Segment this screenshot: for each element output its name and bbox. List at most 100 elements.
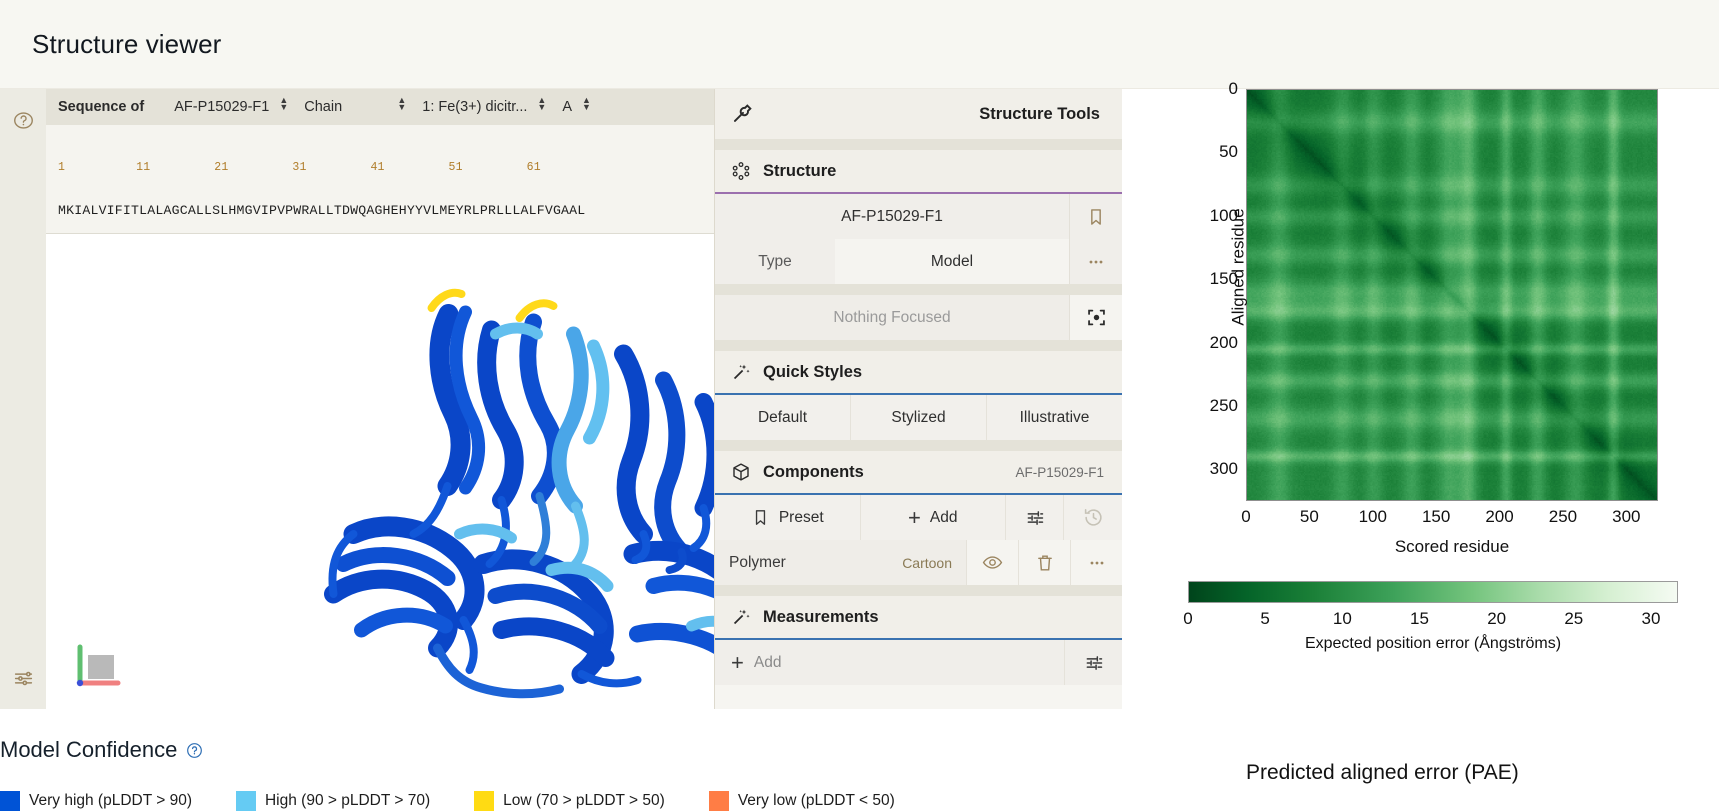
preset-button-label: Preset — [778, 508, 824, 526]
legend-label: High (90 > pLDDT > 70) — [264, 792, 431, 809]
structure-type-row: Type Model — [715, 239, 1122, 284]
legend-swatch — [474, 791, 495, 811]
pae-colorbar-tick: 15 — [1410, 609, 1429, 628]
quick-styles-buttons: Default Stylized Illustrative — [715, 395, 1122, 440]
model-confidence-title: Model Confidence — [0, 737, 178, 762]
chain-select[interactable]: A ▲ ▼ — [554, 92, 599, 122]
structure-tools-header: Structure Tools — [715, 89, 1122, 139]
page-title: Structure viewer — [32, 28, 222, 59]
components-actions: Preset + Add — [715, 495, 1122, 540]
chain-type-select[interactable]: Chain ▲ ▼ — [296, 92, 414, 122]
legend-item: Low (70 > pLDDT > 50) — [474, 791, 665, 811]
molstar-viewer: Sequence of AF-P15029-F1 ▲ ▼ Chain ▲ ▼ 1: … — [0, 89, 1122, 709]
quick-style-illustrative-button[interactable]: Illustrative — [987, 395, 1122, 440]
help-circle-icon[interactable] — [8, 105, 38, 135]
add-measurement-label: Add — [753, 653, 782, 671]
section-components[interactable]: Components AF-P15029-F1 — [715, 451, 1122, 495]
structure-type-value[interactable]: Model — [835, 239, 1069, 284]
pae-caption: Predicted aligned error (PAE) — [1246, 761, 1519, 784]
section-structure-title: Structure — [763, 161, 837, 180]
section-measurements-title: Measurements — [763, 607, 879, 626]
pae-x-tick: 100 — [1358, 507, 1387, 526]
add-component-label: Add — [929, 508, 958, 526]
history-icon[interactable] — [1064, 495, 1122, 540]
polymer-representation[interactable]: Cartoon — [902, 540, 966, 585]
section-quick-styles[interactable]: Quick Styles — [715, 351, 1122, 395]
entity-select[interactable]: 1: Fe(3+) dicitr... ▲ ▼ — [414, 92, 554, 122]
eye-icon[interactable] — [966, 540, 1018, 585]
panel-gap — [715, 284, 1122, 295]
entry-select[interactable]: AF-P15029-F1 ▲ ▼ — [166, 92, 296, 122]
help-circle-icon[interactable] — [186, 742, 203, 759]
pae-y-tick: 50 — [1219, 142, 1238, 162]
pae-colorbar-tick: 5 — [1260, 609, 1270, 628]
section-quick-styles-title: Quick Styles — [763, 362, 863, 381]
cube-icon — [731, 462, 751, 482]
ellipsis-icon[interactable] — [1070, 540, 1122, 585]
preset-button[interactable]: Preset — [715, 495, 861, 540]
chain-select-value: A — [562, 99, 573, 115]
section-measurements[interactable]: Measurements — [715, 596, 1122, 640]
chevron-updown-icon: ▲ ▼ — [582, 95, 591, 112]
structure-name: AF-P15029-F1 — [841, 207, 943, 225]
pae-y-tick: 200 — [1209, 332, 1238, 352]
page-header: Structure viewer — [0, 0, 1719, 89]
add-measurement-button[interactable]: + Add — [715, 640, 1064, 685]
wrench-icon — [731, 103, 753, 125]
main-content: Sequence of AF-P15029-F1 ▲ ▼ Chain ▲ ▼ 1: … — [0, 79, 1719, 811]
pae-y-tick: 0 — [1228, 79, 1238, 98]
section-components-title: Components — [763, 462, 864, 481]
pae-figure: Aligned residue 0 50 100 150 200 250 300 0 50 10… — [1176, 79, 1716, 653]
pae-y-tick: 300 — [1209, 459, 1238, 479]
panel-gap — [715, 585, 1122, 596]
quick-style-stylized-button[interactable]: Stylized — [851, 395, 987, 440]
ellipsis-icon[interactable] — [1070, 239, 1122, 284]
pae-colorbar-tick: 0 — [1183, 609, 1193, 628]
polymer-name[interactable]: Polymer — [715, 540, 902, 585]
measurement-options-icon[interactable] — [1064, 640, 1122, 685]
component-options-icon[interactable] — [1006, 495, 1064, 540]
legend-swatch — [0, 791, 20, 811]
measurements-add-row: + Add — [715, 640, 1122, 685]
magic-wand-icon — [731, 607, 751, 627]
legend-label: Very high (pLDDT > 90) — [29, 792, 192, 809]
pae-column: Aligned residue 0 50 100 150 200 250 300 0 50 10… — [1122, 79, 1719, 799]
section-structure[interactable]: Structure — [715, 150, 1122, 194]
structure-name-row: AF-P15029-F1 — [715, 194, 1122, 239]
plus-icon: + — [908, 504, 921, 530]
trash-icon[interactable] — [1018, 540, 1070, 585]
chevron-updown-icon: ▲ ▼ — [279, 95, 289, 112]
bookmark-icon — [751, 508, 770, 527]
pae-colorbar-label: Expected position error (Ångströms) — [1304, 635, 1562, 652]
components-subtitle: AF-P15029-F1 — [1015, 464, 1104, 480]
viewer-left-rail — [0, 89, 46, 709]
chain-type-value: Chain — [304, 99, 343, 115]
focus-status: Nothing Focused — [833, 308, 951, 326]
structure-tools-title: Structure Tools — [979, 104, 1100, 123]
legend-item: High (90 > pLDDT > 70) — [235, 791, 431, 811]
pae-x-tick: 50 — [1299, 507, 1319, 526]
add-component-button[interactable]: + Add — [861, 495, 1006, 540]
panel-gap — [715, 340, 1122, 351]
structure-tools-panel: Structure Tools Structure AF-P15029-F1 T… — [714, 89, 1122, 709]
sliders-icon[interactable] — [8, 663, 38, 693]
focus-target-icon[interactable] — [1070, 295, 1122, 340]
focus-row: Nothing Focused — [715, 295, 1122, 340]
entity-select-value: 1: Fe(3+) dicitr... — [422, 99, 528, 115]
pae-y-tick: 100 — [1209, 205, 1238, 225]
structure-type-label: Type — [758, 252, 792, 270]
pae-plot-area: Aligned residue 0 50 100 150 200 250 300 0 50 10… — [1210, 79, 1716, 526]
pae-x-tick: 200 — [1485, 507, 1514, 526]
pae-heatmap[interactable] — [1246, 89, 1658, 501]
legend-swatch — [708, 791, 729, 811]
pae-colorbar-tick: 20 — [1487, 609, 1507, 628]
bookmark-icon[interactable] — [1070, 194, 1122, 239]
legend-label: Low (70 > pLDDT > 50) — [503, 792, 665, 809]
pae-colorbar-tick: 10 — [1332, 609, 1352, 628]
entry-select-value: AF-P15029-F1 — [174, 99, 270, 115]
pae-x-axis-label: Scored residue — [1394, 537, 1510, 556]
quick-style-default-button[interactable]: Default — [715, 395, 851, 440]
viewer-column: Sequence of AF-P15029-F1 ▲ ▼ Chain ▲ ▼ 1: … — [0, 89, 1122, 811]
model-confidence-legend: Model Confidence Very high (pLDDT > 90) — [0, 709, 1122, 811]
pae-x-tick: 250 — [1548, 507, 1578, 526]
